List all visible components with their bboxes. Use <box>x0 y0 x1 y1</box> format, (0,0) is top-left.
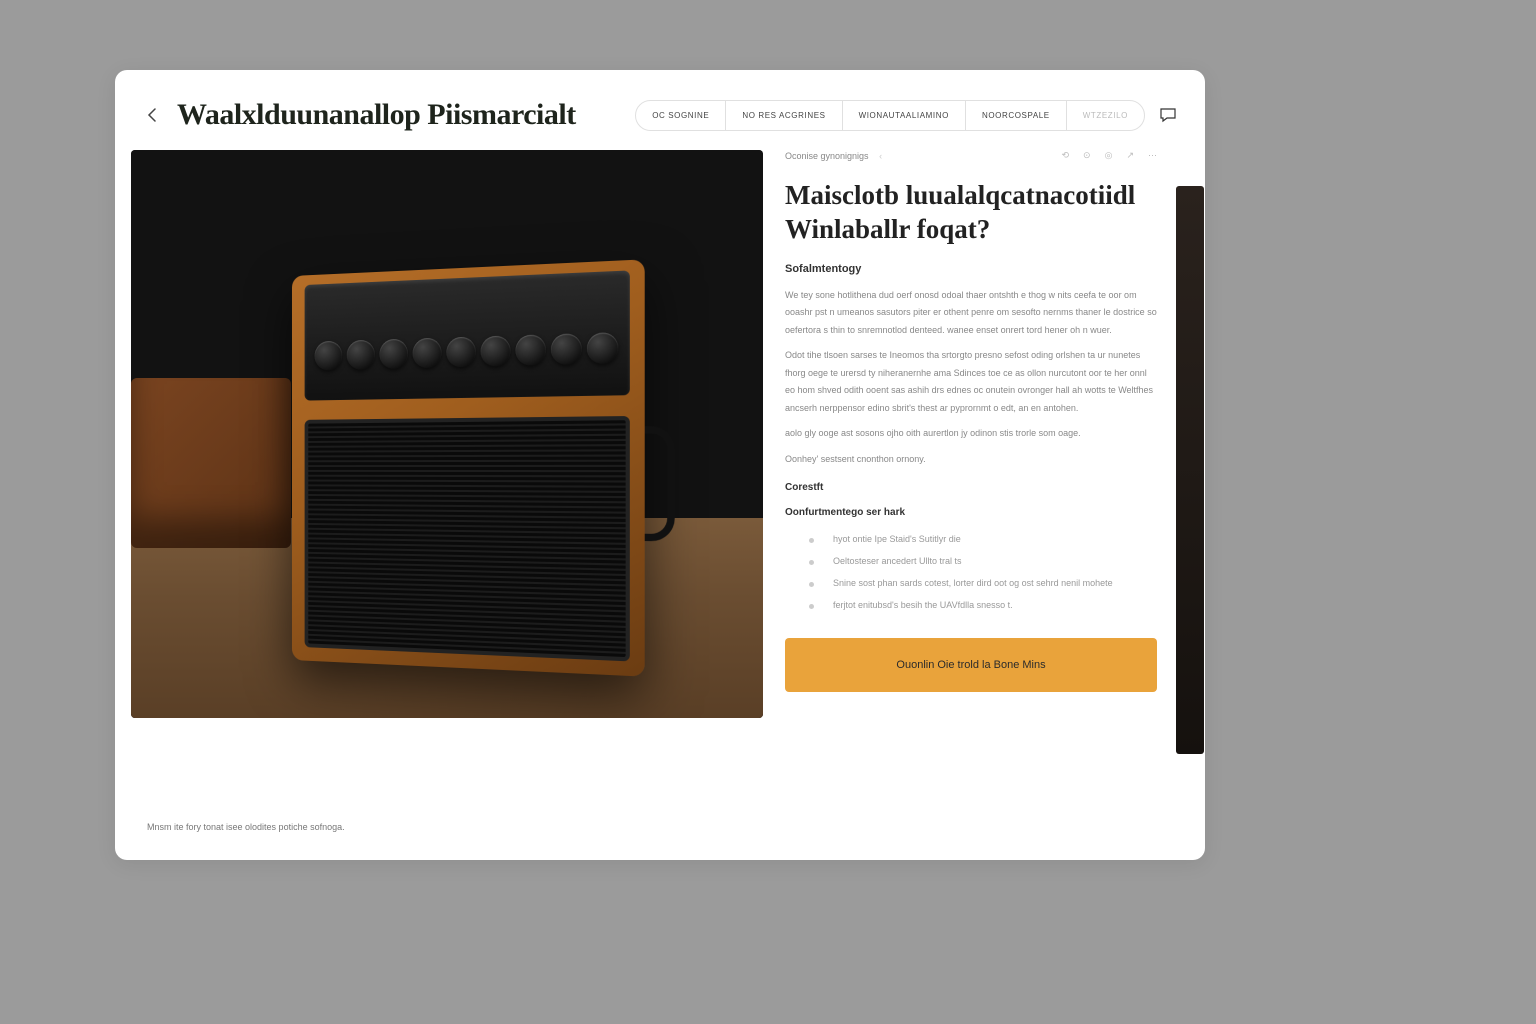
footer-note: Mnsm ite fory tonat isee olodites potich… <box>147 822 345 832</box>
content-card: Waalxlduunanallop Piismarcialt OC SOGNIN… <box>115 70 1205 860</box>
list-title: Oonfurtmentego ser hark <box>785 507 1157 518</box>
nav-item-1[interactable]: NO RES ACGRINES <box>726 101 842 130</box>
back-icon[interactable] <box>143 105 163 125</box>
section-label: Corestft <box>785 482 1157 493</box>
meta-row: Oconise gynonignigs ‹ ⟲ ⊙ ◎ ↗ ⋯ <box>785 150 1157 161</box>
nav-item-4[interactable]: WTZEZILO <box>1067 101 1144 130</box>
details-panel: Oconise gynonignigs ‹ ⟲ ⊙ ◎ ↗ ⋯ Maisclot… <box>785 150 1165 718</box>
product-heading: Maisclotb luualalqcatnacotiidl Winlaball… <box>785 179 1157 247</box>
header: Waalxlduunanallop Piismarcialt OC SOGNIN… <box>115 70 1205 150</box>
nav-item-3[interactable]: NOORCOSPALE <box>966 101 1067 130</box>
body-p1: We tey sone hotlithena dud oerf onosd od… <box>785 287 1157 340</box>
content-row: Oconise gynonignigs ‹ ⟲ ⊙ ◎ ↗ ⋯ Maisclot… <box>115 150 1205 718</box>
nav-item-2[interactable]: WIONAUTAALIAMINO <box>843 101 966 130</box>
more-icon[interactable]: ⋯ <box>1148 150 1157 161</box>
view-icon[interactable]: ⊙ <box>1083 150 1091 161</box>
feature-list: hyot ontie Ipe Staid's Sutitlyr die Oelt… <box>785 528 1157 616</box>
target-icon[interactable]: ◎ <box>1105 150 1113 161</box>
nav-wrap: OC SOGNINE NO RES ACGRINES WIONAUTAALIAM… <box>635 100 1177 131</box>
body-p2: Odot tihe tlsoen sarses te Ineomos tha s… <box>785 347 1157 417</box>
breadcrumb: Oconise gynonignigs ‹ <box>785 151 882 161</box>
list-item: Oeltosteser ancedert Ullto tral ts <box>785 550 1157 572</box>
body-p4: Oonhey' sestsent cnonthon ornony. <box>785 451 1157 469</box>
product-image <box>131 150 763 718</box>
list-item: ferjtot enitubsd's besih the UAVfdlla sn… <box>785 594 1157 616</box>
header-left: Waalxlduunanallop Piismarcialt <box>143 98 576 132</box>
body-p3: aolo gly ooge ast sosons ojho oith aurer… <box>785 425 1157 443</box>
share-icon[interactable]: ↗ <box>1126 150 1134 161</box>
list-item: Snine sost phan sards cotest, lorter dir… <box>785 572 1157 594</box>
page-title: Waalxlduunanallop Piismarcialt <box>177 98 576 132</box>
breadcrumb-label: Oconise gynonignigs <box>785 151 869 161</box>
primary-cta-button[interactable]: Ouonlin Oie trold la Bone Mins <box>785 638 1157 692</box>
product-subhead: Sofalmtentogy <box>785 263 1157 275</box>
nav-item-0[interactable]: OC SOGNINE <box>636 101 726 130</box>
nav-pill: OC SOGNINE NO RES ACGRINES WIONAUTAALIAM… <box>635 100 1145 131</box>
refresh-icon[interactable]: ⟲ <box>1062 150 1070 161</box>
peek-next-image[interactable] <box>1176 186 1204 754</box>
list-item: hyot ontie Ipe Staid's Sutitlyr die <box>785 528 1157 550</box>
chat-icon[interactable] <box>1159 106 1177 124</box>
breadcrumb-sep: ‹ <box>879 151 882 161</box>
action-icons: ⟲ ⊙ ◎ ↗ ⋯ <box>1062 150 1158 161</box>
